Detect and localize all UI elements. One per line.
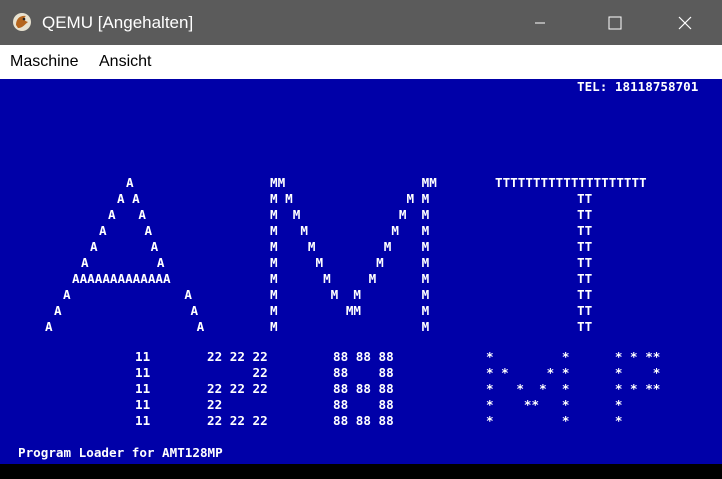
banner-a-line: AAAAAAAAAAAAA — [72, 271, 171, 286]
number-22: 22 22 22 — [207, 381, 268, 396]
number-22: 22 22 22 — [207, 349, 268, 364]
banner-a-line: A A — [63, 287, 192, 302]
footer-text: Program Loader for AMT128MP — [18, 445, 223, 460]
number-11: 11 — [135, 413, 151, 428]
number-22: 22 — [207, 397, 223, 412]
banner-t-line: TT — [577, 287, 593, 302]
minimize-icon — [535, 22, 545, 23]
menu-bar: Maschine Ansicht — [0, 45, 722, 79]
status-strip — [0, 464, 722, 479]
number-88: 88 88 88 — [333, 349, 394, 364]
title-bar: QEMU [Angehalten] — [0, 0, 722, 45]
banner-t-line: TT — [577, 255, 593, 270]
maximize-button[interactable] — [592, 0, 638, 45]
banner-a-line: A A — [99, 223, 153, 238]
star-pattern: * * * * * * — [486, 365, 661, 380]
banner-m-line: M M M M — [270, 287, 430, 302]
star-pattern: * ** * * — [486, 397, 623, 412]
banner-m-line: M M M M — [270, 271, 430, 286]
menu-ansicht[interactable]: Ansicht — [99, 45, 151, 79]
vm-display[interactable]: TEL: 18118758701 A A A A A A A A A A A A… — [0, 79, 722, 464]
banner-m-line: M M M M — [270, 223, 430, 238]
qemu-logo-icon — [13, 13, 31, 31]
banner-m-line: M M M M — [270, 191, 430, 206]
banner-a-line: A A — [81, 255, 165, 270]
banner-t-line: TT — [577, 303, 593, 318]
number-88: 88 88 — [333, 365, 394, 380]
window-title: QEMU [Angehalten] — [42, 13, 194, 32]
banner-m-line: M M M M — [270, 207, 430, 222]
number-88: 88 88 — [333, 397, 394, 412]
banner-m-line: MM MM — [270, 175, 437, 190]
banner-m-line: M M M M — [270, 239, 430, 254]
number-11: 11 — [135, 349, 151, 364]
number-88: 88 88 88 — [333, 381, 394, 396]
banner-t-line: TT — [577, 223, 593, 238]
maximize-icon — [608, 16, 622, 29]
number-11: 11 — [135, 397, 151, 412]
star-pattern: * * * * ** — [486, 349, 661, 364]
number-11: 11 — [135, 365, 151, 380]
banner-t-line: TT — [577, 319, 593, 334]
star-pattern: * * * — [486, 413, 623, 428]
number-11: 11 — [135, 381, 151, 396]
tel-text: TEL: 18118758701 — [577, 79, 699, 94]
banner-t-line: TT — [577, 271, 593, 286]
banner-m-line: M M — [270, 319, 430, 334]
banner-a-line: A A — [90, 239, 159, 254]
banner-t-line: TT — [577, 239, 593, 254]
banner-a-line: A A — [45, 319, 205, 334]
minimize-button[interactable] — [517, 0, 563, 45]
banner-t-line: TT — [577, 207, 593, 222]
number-22: 22 — [207, 365, 268, 380]
banner-a-line: A A — [108, 207, 146, 222]
banner-a-line: A A — [117, 191, 140, 206]
banner-a-line: A — [126, 175, 134, 190]
star-pattern: * * * * * * ** — [486, 381, 661, 396]
banner-a-line: A A — [54, 303, 199, 318]
banner-m-line: M M M M — [270, 255, 430, 270]
banner-m-line: M MM M — [270, 303, 430, 318]
close-icon — [678, 16, 692, 29]
close-button[interactable] — [662, 0, 708, 45]
number-88: 88 88 88 — [333, 413, 394, 428]
number-22: 22 22 22 — [207, 413, 268, 428]
banner-t-line: TT — [577, 191, 593, 206]
banner-t-line: TTTTTTTTTTTTTTTTTTTT — [495, 175, 647, 190]
menu-maschine[interactable]: Maschine — [10, 45, 78, 79]
